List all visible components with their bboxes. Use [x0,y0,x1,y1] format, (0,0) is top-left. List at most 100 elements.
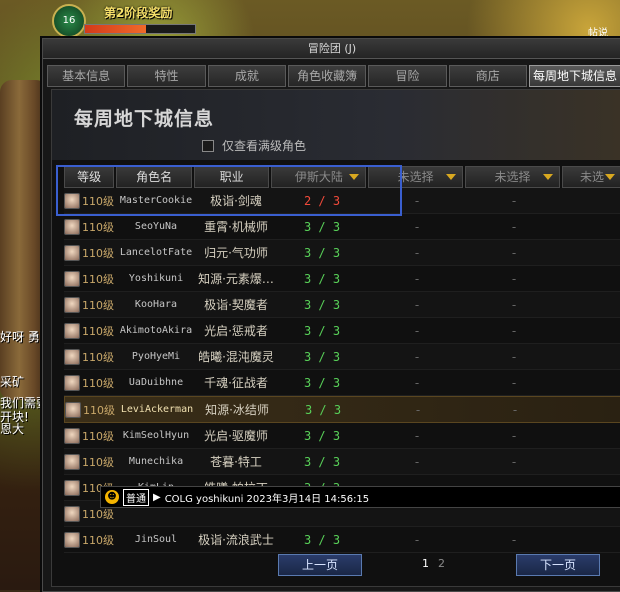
level-text: 110级 [82,455,114,469]
character-job: 苍暮·特工 [210,455,262,469]
level-cell: 110级 [64,427,116,444]
panel-title: 每周地下城信息 [74,108,215,130]
tab-6[interactable]: 每周地下城信息 [528,65,620,87]
dungeon-progress: 3 / 3 [303,349,341,364]
smiley-icon: ☻ [105,490,119,504]
tab-1[interactable]: 特性 [127,65,206,87]
avatar [64,218,80,235]
level-cell: 110级 [64,374,116,391]
dungeon-3-cell: - [512,402,518,417]
character-job: 重霄·机械师 [204,220,268,234]
dungeon-3-cell: - [511,375,517,390]
dungeon-3-cell: - [511,245,517,260]
window-title[interactable]: 冒险团 (J) [43,39,620,59]
avatar [64,374,80,391]
character-name: KooHara [134,299,178,310]
character-name: JinSoul [134,534,178,545]
level-cell: 110级 [64,531,116,548]
dungeon-progress: 3 / 3 [303,271,341,286]
character-job: 千魂·征战者 [204,376,268,390]
player-level-badge: 16 [52,4,86,38]
table-row[interactable]: 110级 LeviAckerman 知源·冰结师 3 / 3 - - [64,396,620,423]
dungeon-3-cell: - [511,323,517,338]
prev-page-button[interactable]: 上一页 [278,554,362,576]
dungeon-progress: 3 / 3 [303,428,341,443]
level-text: 110级 [82,246,114,260]
page-1[interactable]: 1 [422,557,429,570]
play-arrow-icon: ▶ [153,491,161,503]
avatar [64,296,80,313]
dungeon-3-cell: - [511,193,517,208]
avatar [64,322,80,339]
dungeon-progress: 3 / 3 [303,375,341,390]
stage-reward-title: 第2阶段奖励 [104,6,173,20]
character-job: 极诣·契魔者 [204,298,268,312]
level-text: 110级 [82,324,114,338]
max-level-filter[interactable]: 仅查看满级角色 [202,137,306,154]
max-level-checkbox[interactable] [202,139,214,152]
side-chat-line: 恩大 [0,422,25,436]
tab-2[interactable]: 成就 [207,65,286,87]
page-2[interactable]: 2 [438,557,445,570]
tab-5[interactable]: 商店 [448,65,527,87]
character-name: UaDuibhne [128,377,184,388]
level-text: 110级 [82,298,114,312]
avatar [64,505,80,522]
character-name: KimSeolHyun [122,430,190,441]
next-page-button[interactable]: 下一页 [516,554,600,576]
dungeon-2-cell: - [414,271,420,286]
table-row[interactable]: 110级 PyoHyeMi 皓曦·混沌魔灵 3 / 3 - - [64,344,620,370]
character-name: Yoshikuni [128,273,184,284]
character-name: SeoYuNa [134,221,178,232]
dungeon-2-cell: - [414,428,420,443]
character-job: 皓曦·混沌魔灵 [198,350,274,364]
table-row[interactable]: 110级 LancelotFate 归元·气功师 3 / 3 - - [64,240,620,266]
dungeon-select-3[interactable]: 未选择 [465,166,560,188]
dungeon-select-4[interactable]: 未选 [561,166,620,188]
table-row[interactable]: 110级 KimSeolHyun 光启·驱魔师 3 / 3 - - [64,423,620,449]
chat-message: ☻ 普通 ▶ COLG yoshikuni 2023年3月14日 14:56:1… [100,486,620,508]
dungeon-2-cell: - [415,402,421,417]
level-cell: 110级 [64,296,116,313]
table-row[interactable]: 110级 AkimotoAkira 光启·惩戒者 3 / 3 - - [64,318,620,344]
table-row[interactable]: 110级 SeoYuNa 重霄·机械师 3 / 3 - - [64,214,620,240]
level-cell: 110级 [65,401,117,418]
dungeon-2-cell: - [414,297,420,312]
tab-0[interactable]: 基本信息 [47,65,126,87]
dungeon-2-cell: - [414,349,420,364]
dungeon-3-cell: - [511,349,517,364]
hp-bar [84,24,196,34]
level-cell: 110级 [64,322,116,339]
character-job: 知源·元素爆… [198,272,274,286]
tab-3[interactable]: 角色收藏簿 [287,65,367,87]
table-row[interactable]: 110级 Munechika 苍暮·特工 3 / 3 - - [64,449,620,475]
character-name: LeviAckerman [120,404,194,415]
character-name: LancelotFate [119,247,193,258]
dungeon-progress: 3 / 3 [303,532,341,547]
avatar [64,453,80,470]
level-text: 110级 [83,403,115,417]
tree-scenery [0,80,48,400]
table-row[interactable]: 110级 Yoshikuni 知源·元素爆… 3 / 3 - - [64,266,620,292]
tab-bar: 基本信息 特性 成就 角色收藏簿 冒险 商店 每周地下城信息 [47,65,620,87]
dungeon-3-cell: - [511,297,517,312]
dungeon-2-cell: - [414,219,420,234]
level-cell: 110级 [64,244,116,261]
tab-4[interactable]: 冒险 [368,65,447,87]
table-row[interactable]: 110级 KooHara 极诣·契魔者 3 / 3 - - [64,292,620,318]
table-row[interactable]: 110级 JinSoul 极诣·流浪武士 3 / 3 - - [64,527,620,553]
chat-text: COLG yoshikuni 2023年3月14日 14:56:15 [164,493,370,505]
pagination: 上一页 1 2 下一页 [52,554,620,578]
character-name: Munechika [128,456,184,467]
character-name: PyoHyeMi [131,351,181,362]
character-job: 光启·驱魔师 [204,429,268,443]
dungeon-progress: 3 / 3 [303,245,341,260]
dungeon-progress: 3 / 3 [303,323,341,338]
chat-channel: 普通 [123,488,149,506]
avatar [64,479,80,496]
table-row[interactable]: 110级 UaDuibhne 千魂·征战者 3 / 3 - - [64,370,620,396]
character-job: 光启·惩戒者 [204,324,268,338]
avatar [64,270,80,287]
dungeon-progress: 3 / 3 [303,454,341,469]
character-job: 极诣·流浪武士 [198,533,274,547]
